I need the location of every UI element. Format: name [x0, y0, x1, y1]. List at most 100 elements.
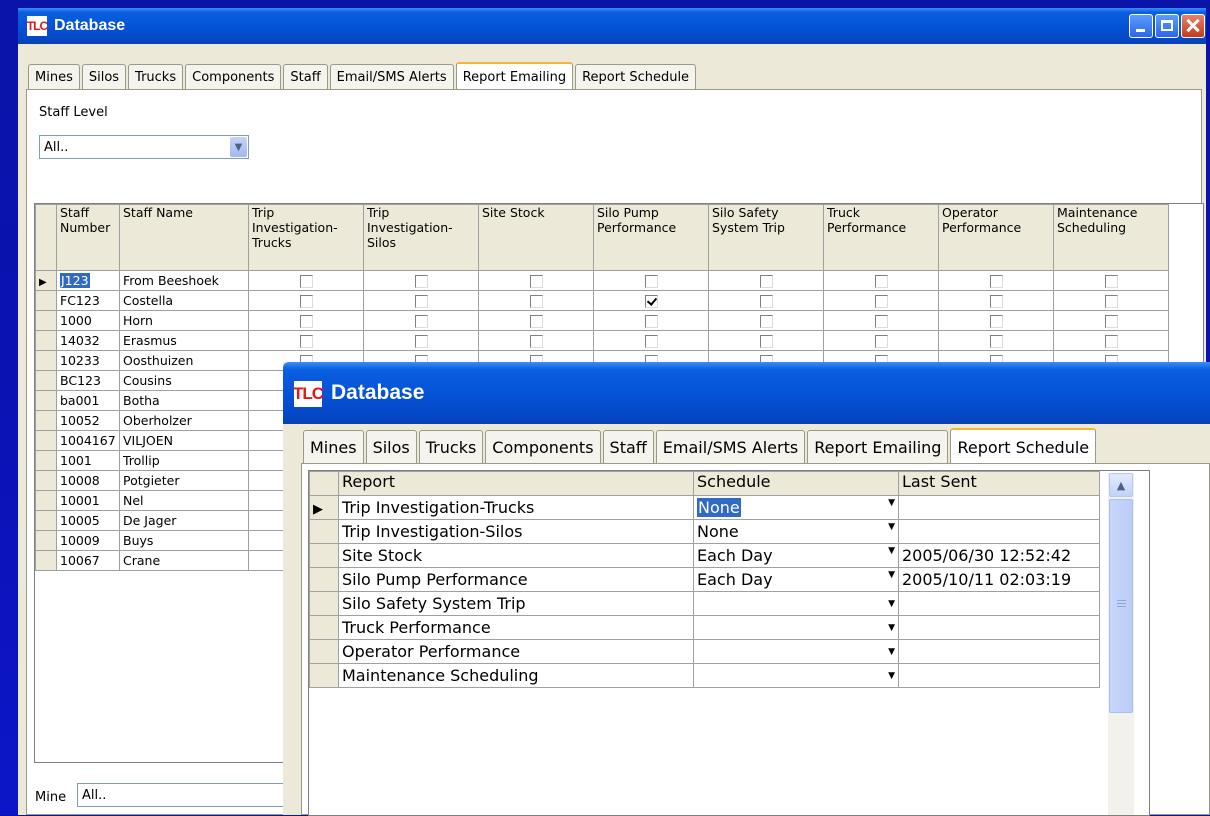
report-checkbox[interactable]: [874, 295, 888, 308]
table-row[interactable]: 14032 Erasmus: [35, 330, 1169, 351]
cell-staff-number[interactable]: 10233: [56, 350, 120, 371]
chevron-down-icon[interactable]: ▼: [888, 671, 895, 681]
col-maintenance-scheduling[interactable]: Maintenance Scheduling: [1053, 204, 1169, 271]
cell-staff-name[interactable]: Cousins: [119, 370, 249, 391]
row-selector[interactable]: [35, 430, 57, 451]
row-selector[interactable]: [309, 615, 339, 640]
close-icon[interactable]: [1181, 14, 1205, 38]
report-checkbox[interactable]: [989, 315, 1003, 328]
row-selector[interactable]: [35, 330, 57, 351]
vertical-scrollbar[interactable]: ▲: [1108, 473, 1134, 815]
cell-schedule[interactable]: None ▼: [693, 519, 899, 544]
row-selector[interactable]: [35, 290, 57, 311]
col-trip-trucks[interactable]: Trip Investigation- Trucks: [248, 204, 364, 271]
cell-staff-name[interactable]: Costella: [119, 290, 249, 311]
report-checkbox[interactable]: [989, 335, 1003, 348]
row-selector[interactable]: ▶: [309, 495, 339, 520]
tab-mines[interactable]: Mines: [303, 430, 364, 464]
cell-schedule[interactable]: Each Day ▼: [693, 543, 899, 568]
report-checkbox[interactable]: [299, 315, 313, 328]
row-selector[interactable]: [309, 663, 339, 688]
cell-staff-number[interactable]: FC123: [56, 290, 120, 311]
report-checkbox[interactable]: [529, 275, 543, 288]
table-row[interactable]: Site Stock Each Day ▼ 2005/06/30 12:52:42: [309, 543, 1100, 568]
tab-trucks[interactable]: Trucks: [128, 64, 184, 90]
col-site-stock[interactable]: Site Stock: [478, 204, 594, 271]
report-checkbox[interactable]: [299, 295, 313, 308]
back-titlebar[interactable]: TLC Database: [18, 8, 1206, 44]
scrollbar-thumb[interactable]: [1109, 499, 1133, 713]
row-selector[interactable]: [309, 519, 339, 544]
tab-report-schedule[interactable]: Report Schedule: [575, 64, 697, 90]
col-last-sent[interactable]: Last Sent: [898, 471, 1100, 496]
row-selector[interactable]: [35, 390, 57, 411]
chevron-down-icon[interactable]: ▼: [888, 623, 895, 633]
chevron-down-icon[interactable]: ▼: [888, 570, 895, 580]
row-selector[interactable]: ▶: [35, 270, 57, 291]
mine-select[interactable]: All..: [77, 783, 307, 807]
report-checkbox[interactable]: [1104, 295, 1118, 308]
col-trip-silos[interactable]: Trip Investigation- Silos: [363, 204, 479, 271]
table-row[interactable]: ▶ Trip Investigation-Trucks None ▼: [309, 495, 1100, 520]
tab-silos[interactable]: Silos: [365, 430, 417, 464]
tab-silos[interactable]: Silos: [81, 64, 127, 90]
report-checkbox[interactable]: [1104, 335, 1118, 348]
tab-report-emailing[interactable]: Report Emailing: [455, 62, 574, 90]
table-row[interactable]: Silo Safety System Trip ▼: [309, 591, 1100, 616]
row-selector[interactable]: [309, 591, 339, 616]
report-checkbox[interactable]: [759, 295, 773, 308]
report-checkbox[interactable]: [299, 335, 313, 348]
cell-schedule[interactable]: ▼: [693, 663, 899, 688]
cell-staff-number[interactable]: ba001: [56, 390, 120, 411]
minimize-icon[interactable]: [1129, 14, 1153, 38]
row-selector[interactable]: [309, 639, 339, 664]
cell-schedule[interactable]: ▼: [693, 639, 899, 664]
report-checkbox[interactable]: [759, 275, 773, 288]
table-row[interactable]: Operator Performance ▼: [309, 639, 1100, 664]
chevron-down-icon[interactable]: ▼: [888, 522, 895, 532]
report-checkbox[interactable]: [414, 295, 428, 308]
row-selector[interactable]: [35, 530, 57, 551]
col-schedule[interactable]: Schedule: [693, 471, 899, 496]
report-checkbox[interactable]: [414, 335, 428, 348]
maximize-icon[interactable]: [1155, 14, 1179, 38]
tab-mines[interactable]: Mines: [28, 64, 80, 90]
report-checkbox[interactable]: [874, 315, 888, 328]
chevron-down-icon[interactable]: ▼: [230, 137, 247, 157]
report-checkbox[interactable]: [1104, 315, 1118, 328]
cell-schedule[interactable]: ▼: [693, 591, 899, 616]
chevron-down-icon[interactable]: ▼: [888, 498, 895, 508]
cell-staff-name[interactable]: Crane: [119, 550, 249, 571]
cell-staff-number[interactable]: 1004167: [56, 430, 120, 451]
cell-staff-name[interactable]: Buys: [119, 530, 249, 551]
col-report[interactable]: Report: [338, 471, 694, 496]
cell-staff-number[interactable]: 10067: [56, 550, 120, 571]
front-titlebar[interactable]: TLC Database: [283, 362, 1210, 424]
row-selector[interactable]: [35, 550, 57, 571]
chevron-down-icon[interactable]: ▼: [888, 546, 895, 556]
cell-staff-number[interactable]: 10008: [56, 470, 120, 491]
cell-staff-number[interactable]: 14032: [56, 330, 120, 351]
col-operator-performance[interactable]: Operator Performance: [938, 204, 1054, 271]
cell-staff-name[interactable]: Erasmus: [119, 330, 249, 351]
table-row[interactable]: Truck Performance ▼: [309, 615, 1100, 640]
report-checkbox[interactable]: [759, 315, 773, 328]
table-row[interactable]: ▶ J123 From Beeshoek: [35, 270, 1169, 291]
row-selector[interactable]: [35, 450, 57, 471]
tab-staff[interactable]: Staff: [283, 64, 328, 90]
report-checkbox[interactable]: [529, 295, 543, 308]
staff-level-select[interactable]: All.. ▼: [39, 135, 249, 159]
row-selector[interactable]: [35, 310, 57, 331]
report-checkbox[interactable]: [874, 335, 888, 348]
tab-components[interactable]: Components: [485, 430, 601, 464]
chevron-up-icon[interactable]: ▲: [1109, 473, 1133, 497]
report-checkbox[interactable]: [644, 275, 658, 288]
col-silo-pump[interactable]: Silo Pump Performance: [593, 204, 709, 271]
cell-staff-number[interactable]: BC123: [56, 370, 120, 391]
table-row[interactable]: 1000 Horn: [35, 310, 1169, 331]
cell-staff-number[interactable]: J123: [56, 270, 120, 291]
report-checkbox[interactable]: [644, 335, 658, 348]
table-row[interactable]: Maintenance Scheduling ▼: [309, 663, 1100, 688]
cell-staff-number[interactable]: 10052: [56, 410, 120, 431]
cell-staff-number[interactable]: 10009: [56, 530, 120, 551]
